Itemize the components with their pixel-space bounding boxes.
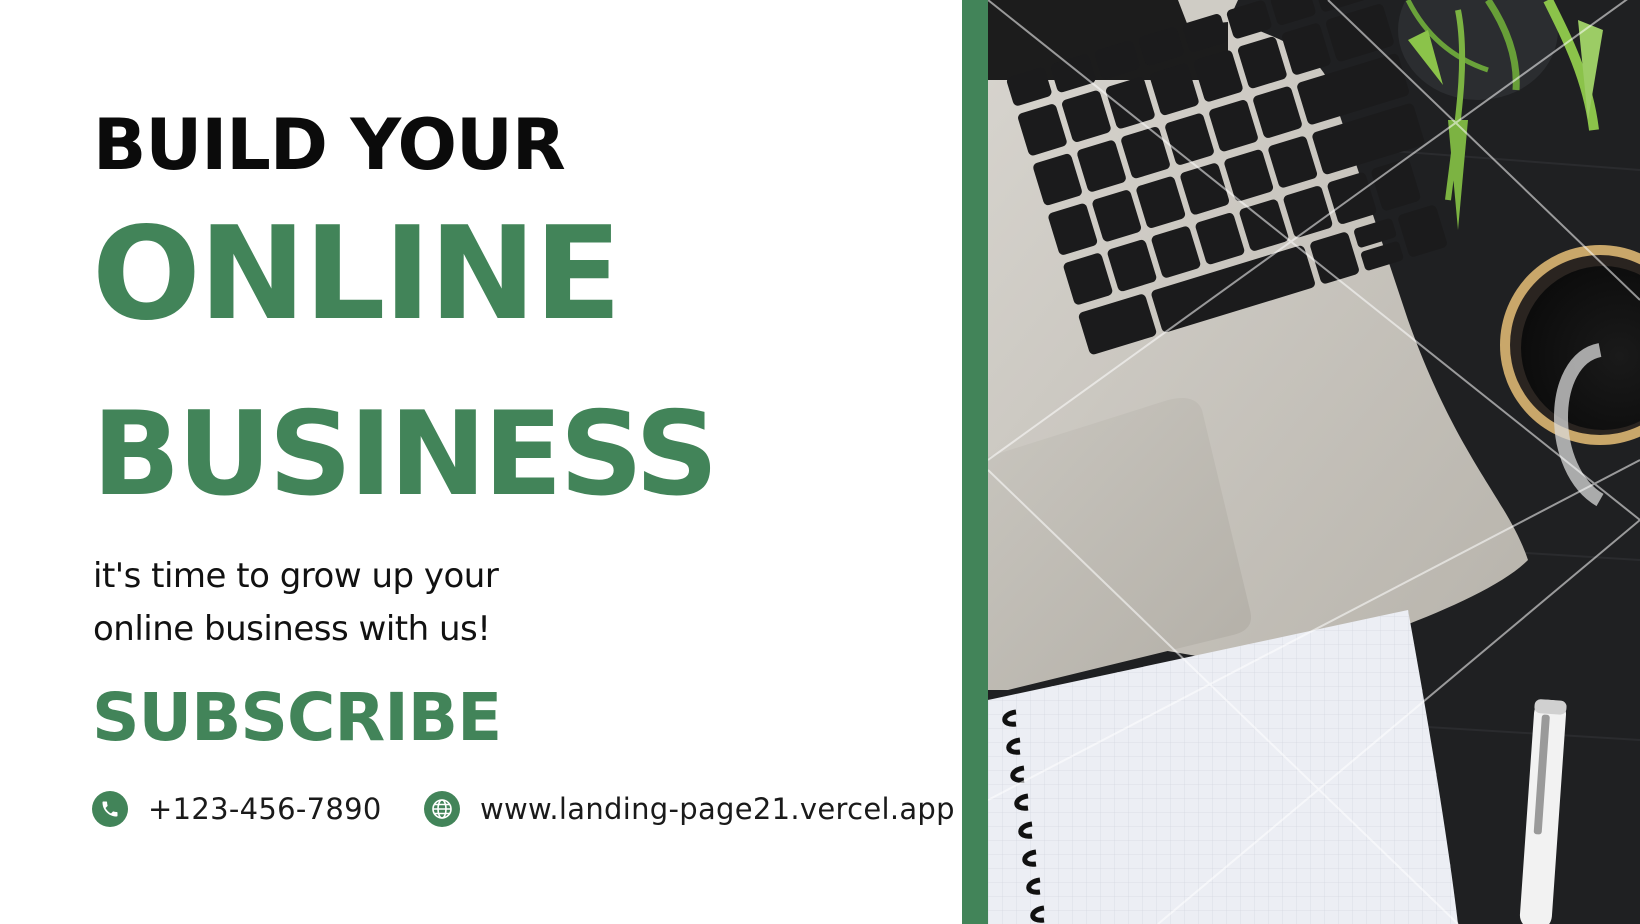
tagline-line-1: it's time to grow up your — [93, 556, 499, 596]
green-divider — [962, 0, 988, 924]
phone-icon — [92, 791, 128, 827]
website-url: www.landing-page21.vercel.app — [480, 792, 955, 826]
headline-online: ONLINE — [92, 200, 622, 349]
tagline-line-2: online business with us! — [93, 609, 491, 649]
tagline: it's time to grow up your online busines… — [93, 550, 499, 656]
headline-build-your: BUILD YOUR — [93, 104, 566, 186]
text-panel: BUILD YOUR ONLINE BUSINESS it's time to … — [0, 0, 962, 924]
landing-banner: BUILD YOUR ONLINE BUSINESS it's time to … — [0, 0, 1640, 924]
globe-icon — [424, 791, 460, 827]
phone-link[interactable]: +123-456-7890 — [92, 790, 382, 828]
website-link[interactable]: www.landing-page21.vercel.app — [424, 790, 955, 828]
headline-business: BUSINESS — [92, 387, 719, 522]
subscribe-button[interactable]: SUBSCRIBE — [92, 675, 502, 761]
laptop-notebook-coffee-photo — [988, 0, 1640, 924]
phone-number: +123-456-7890 — [148, 792, 382, 826]
